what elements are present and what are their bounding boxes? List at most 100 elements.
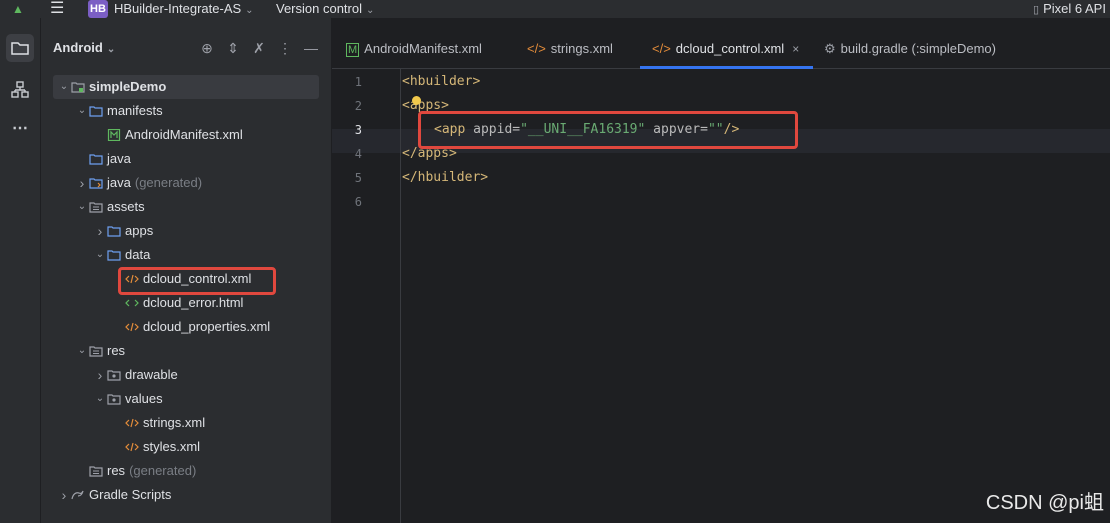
project-name: HBuilder-Integrate-AS bbox=[114, 1, 242, 16]
project-folder-icon[interactable] bbox=[6, 34, 34, 62]
chevron-down-icon[interactable]: ⌄ bbox=[75, 99, 89, 123]
panel-title: Android bbox=[53, 40, 103, 55]
chevron-down-icon[interactable]: ⌄ bbox=[93, 387, 107, 411]
title-bar: ▲ ☰ HB HBuilder-Integrate-AS ⌄ Version co… bbox=[0, 0, 1110, 18]
tree-item-simpledemo[interactable]: ⌄ simpleDemo bbox=[53, 75, 319, 99]
tree-item-label: dcloud_properties.xml bbox=[143, 319, 271, 334]
tree-item-suffix: (generated) bbox=[134, 175, 203, 190]
structure-icon[interactable] bbox=[6, 76, 34, 104]
editor-area: M AndroidManifest.xml </> strings.xml </> d… bbox=[332, 18, 1110, 523]
android-logo-icon: ▲ bbox=[12, 2, 24, 16]
tree-item-java[interactable]: java bbox=[75, 147, 131, 171]
tree-item-label: apps bbox=[125, 223, 154, 238]
minimize-icon[interactable]: — bbox=[303, 40, 319, 56]
hamburger-icon[interactable]: ☰ bbox=[50, 0, 64, 18]
chevron-down-icon: ⌄ bbox=[106, 44, 116, 55]
xml-file-icon: </> bbox=[652, 41, 671, 56]
tab-label: build.gradle (:simpleDemo) bbox=[840, 41, 996, 56]
xml-tag: < bbox=[402, 98, 410, 113]
tab-androidmanifest[interactable]: M AndroidManifest.xml bbox=[346, 40, 482, 66]
line-number: 4 bbox=[354, 147, 362, 161]
watermark: CSDN @pi蛆 bbox=[985, 492, 1104, 514]
lightbulb-icon[interactable] bbox=[412, 96, 421, 105]
tree-item-label: dcloud_error.html bbox=[143, 295, 244, 310]
tab-strings[interactable]: </> strings.xml bbox=[527, 40, 613, 66]
folder-icon bbox=[89, 103, 107, 118]
tree-item-res[interactable]: ⌄ res bbox=[75, 339, 125, 363]
chevron-right-icon[interactable]: › bbox=[57, 483, 71, 507]
resource-folder-icon bbox=[89, 463, 107, 478]
active-tab-indicator bbox=[640, 66, 813, 69]
project-view-selector[interactable]: Android ⌄ bbox=[53, 40, 115, 55]
tab-label: dcloud_control.xml bbox=[675, 41, 785, 56]
tool-window-strip: ⋯ bbox=[0, 18, 41, 523]
options-icon[interactable]: ⋮ bbox=[277, 40, 293, 56]
folder-icon bbox=[107, 223, 125, 238]
tree-item-label: java bbox=[107, 151, 131, 166]
xml-tag: <hbuilder> bbox=[402, 74, 481, 89]
tree-item-label: java bbox=[107, 175, 131, 190]
expand-collapse-icon[interactable]: ⇕ bbox=[225, 40, 241, 56]
code-line-1: <hbuilder> bbox=[402, 74, 480, 89]
manifest-file-icon bbox=[107, 127, 125, 142]
highlight-box bbox=[118, 267, 276, 295]
tree-item-data[interactable]: ⌄ data bbox=[93, 243, 151, 267]
manifest-file-icon: M bbox=[346, 43, 360, 57]
chevron-right-icon[interactable]: › bbox=[93, 363, 107, 387]
vcs-selector[interactable]: Version control ⌄ bbox=[276, 0, 374, 18]
folder-icon bbox=[107, 247, 125, 262]
chevron-down-icon: ⌄ bbox=[245, 5, 254, 16]
tree-item-drawable[interactable]: › drawable bbox=[93, 363, 178, 387]
tree-item-label: styles.xml bbox=[143, 439, 201, 454]
tab-build-gradle[interactable]: ⚙ build.gradle (:simpleDemo) bbox=[824, 40, 996, 66]
gradle-icon: ⚙ bbox=[824, 41, 836, 56]
tab-label: AndroidManifest.xml bbox=[364, 41, 482, 56]
chevron-right-icon[interactable]: › bbox=[93, 219, 107, 243]
tree-item-dcloud-properties-xml[interactable]: dcloud_properties.xml bbox=[111, 315, 270, 339]
tree-item-androidmanifest-xml[interactable]: AndroidManifest.xml bbox=[93, 123, 243, 147]
tree-item-label: assets bbox=[107, 199, 145, 214]
tree-item-strings-xml[interactable]: strings.xml bbox=[111, 411, 205, 435]
close-tab-icon[interactable]: × bbox=[792, 42, 799, 56]
line-number: 3 bbox=[354, 123, 362, 137]
device-selector[interactable]: ▯ Pixel 6 API bbox=[1033, 0, 1106, 18]
tab-label: strings.xml bbox=[550, 41, 613, 56]
tree-item-res[interactable]: res (generated) bbox=[75, 459, 196, 483]
resource-folder-icon bbox=[89, 199, 107, 214]
tree-item-values[interactable]: ⌄ values bbox=[93, 387, 163, 411]
package-folder-icon bbox=[107, 391, 125, 406]
device-label: Pixel 6 API bbox=[1043, 1, 1106, 16]
tab-dcloud-control[interactable]: </> dcloud_control.xml × bbox=[652, 40, 799, 66]
tree-item-label: data bbox=[125, 247, 151, 262]
resource-folder-icon bbox=[89, 343, 107, 358]
tree-item-label: AndroidManifest.xml bbox=[125, 127, 243, 142]
chevron-down-icon[interactable]: ⌄ bbox=[93, 243, 107, 267]
more-icon[interactable]: ⋯ bbox=[6, 114, 34, 142]
tree-item-assets[interactable]: ⌄ assets bbox=[75, 195, 145, 219]
locate-icon[interactable]: ⊕ bbox=[199, 40, 215, 56]
chevron-down-icon[interactable]: ⌄ bbox=[57, 75, 71, 99]
line-number: 6 bbox=[354, 195, 362, 209]
xml-file-icon: </> bbox=[527, 41, 546, 56]
chevron-down-icon[interactable]: ⌄ bbox=[75, 195, 89, 219]
html-file-icon bbox=[125, 295, 143, 310]
folder-icon bbox=[89, 151, 107, 166]
tree-item-apps[interactable]: › apps bbox=[93, 219, 154, 243]
line-number: 2 bbox=[354, 99, 362, 113]
tree-item-label: Gradle Scripts bbox=[89, 487, 172, 502]
tree-item-styles-xml[interactable]: styles.xml bbox=[111, 435, 200, 459]
tree-item-label: res bbox=[107, 463, 126, 478]
project-badge: HB bbox=[88, 0, 108, 18]
xml-file-icon bbox=[125, 319, 143, 334]
vcs-label: Version control bbox=[276, 1, 362, 16]
close-icon[interactable]: ✗ bbox=[251, 40, 267, 56]
generated-folder-icon bbox=[89, 175, 107, 190]
chevron-right-icon[interactable]: › bbox=[75, 171, 89, 195]
tree-item-gradle-scripts[interactable]: › Gradle Scripts bbox=[57, 483, 172, 507]
project-selector[interactable]: HBuilder-Integrate-AS ⌄ bbox=[114, 0, 254, 18]
tree-item-java[interactable]: › java (generated) bbox=[75, 171, 202, 195]
tree-item-label: simpleDemo bbox=[89, 79, 167, 94]
chevron-down-icon[interactable]: ⌄ bbox=[75, 339, 89, 363]
tree-item-label: values bbox=[125, 391, 163, 406]
tree-item-manifests[interactable]: ⌄ manifests bbox=[75, 99, 163, 123]
